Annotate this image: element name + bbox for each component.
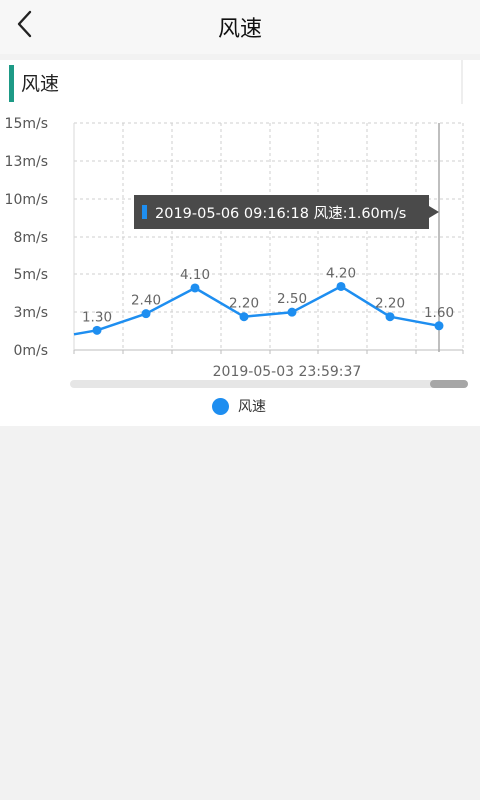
chart-scrollbar-thumb[interactable] — [430, 380, 468, 388]
data-point — [190, 283, 200, 293]
data-point — [434, 321, 444, 331]
data-label: 2.20 — [229, 296, 259, 312]
chart-tooltip: 2019-05-06 09:16:18 风速:1.60m/s — [134, 195, 439, 229]
data-label: 1.60 — [424, 305, 454, 321]
data-label: 4.10 — [180, 267, 210, 283]
data-point — [239, 312, 249, 322]
data-label: 4.20 — [326, 265, 356, 281]
y-tick-label: 3m/s — [13, 305, 48, 321]
y-tick-label: 10m/s — [5, 192, 48, 208]
chart-legend[interactable]: 风速 — [212, 396, 266, 416]
y-tick-label: 8m/s — [13, 230, 48, 246]
data-label: 2.20 — [375, 296, 405, 312]
x-axis-label: 2019-05-03 23:59:37 — [213, 364, 362, 380]
legend-dot-icon — [212, 397, 229, 415]
y-tick-label: 13m/s — [5, 154, 48, 170]
data-label: 2.40 — [131, 293, 161, 309]
y-tick-label: 15m/s — [5, 116, 48, 132]
data-point — [92, 325, 102, 335]
data-label: 2.50 — [277, 291, 307, 307]
legend-label: 风速 — [238, 399, 266, 415]
y-tick-label: 5m/s — [13, 267, 48, 283]
data-point — [336, 281, 346, 291]
data-label: 1.30 — [82, 309, 112, 325]
y-tick-label: 0m/s — [13, 343, 48, 359]
data-point — [141, 309, 151, 319]
data-point — [385, 312, 395, 322]
tooltip-series-marker — [142, 205, 147, 219]
chart-scrollbar[interactable] — [70, 380, 468, 388]
tooltip-text: 2019-05-06 09:16:18 风速:1.60m/s — [155, 205, 407, 222]
tooltip-arrow — [429, 206, 439, 218]
data-point — [287, 307, 297, 317]
